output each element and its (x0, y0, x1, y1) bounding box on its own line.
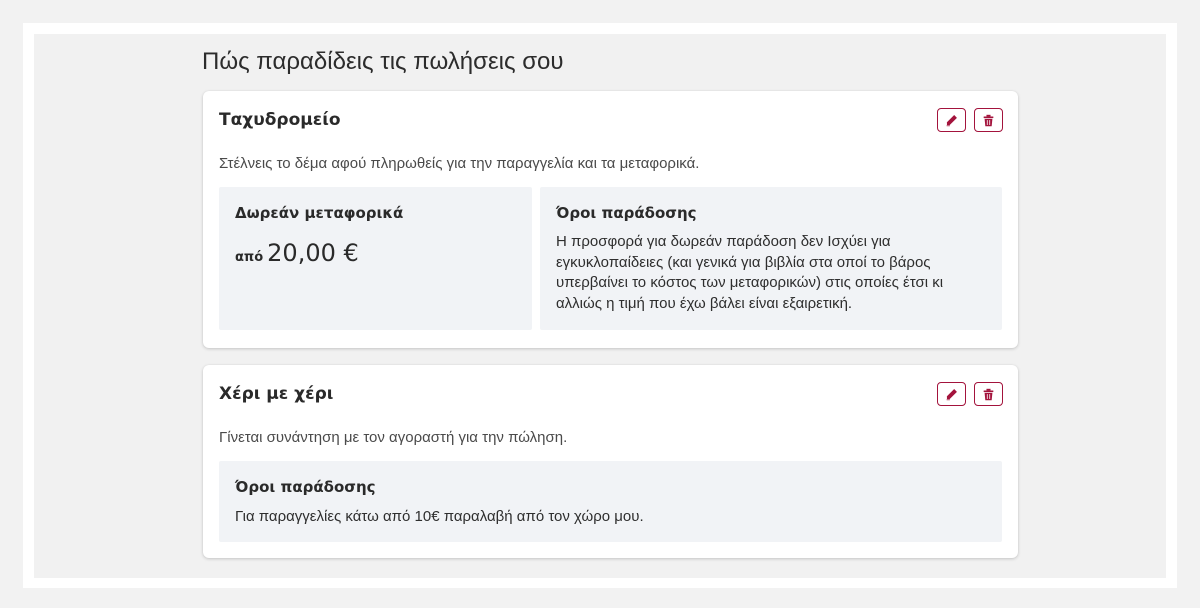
delivery-method-card-in-person: Χέρι με χέρι Γίνεται συνάντηση με τον αγ… (203, 365, 1018, 558)
delete-button[interactable] (974, 108, 1003, 132)
pencil-icon (946, 114, 957, 126)
price-value: 20,00 € (267, 239, 359, 267)
section-title: Πώς παραδίδεις τις πωλήσεις σου (202, 48, 564, 75)
delivery-terms-panel: Όροι παράδοσης Για παραγγελίες κάτω από … (219, 461, 1002, 542)
edit-button[interactable] (937, 108, 966, 132)
delivery-method-card-post: Ταχυδρομείο Στέλνεις το δέμα αφού πληρωθ… (203, 91, 1018, 348)
card-title: Χέρι με χέρι (219, 384, 334, 404)
card-description: Γίνεται συνάντηση με τον αγοραστή για τη… (219, 429, 568, 446)
trash-icon (983, 388, 994, 400)
pencil-icon (946, 388, 957, 400)
delivery-terms-heading: Όροι παράδοσης (235, 478, 376, 496)
card-title: Ταχυδρομείο (219, 110, 341, 130)
free-shipping-panel: Δωρεάν μεταφορικά από 20,00 € (219, 187, 532, 330)
card-actions (937, 108, 1003, 132)
edit-button[interactable] (937, 382, 966, 406)
free-shipping-heading: Δωρεάν μεταφορικά (235, 204, 404, 222)
trash-icon (983, 114, 994, 126)
card-actions (937, 382, 1003, 406)
delivery-terms-text: Για παραγγελίες κάτω από 10€ παραλαβή απ… (235, 508, 644, 525)
delivery-terms-panel: Όροι παράδοσης Η προσφορά για δωρεάν παρ… (540, 187, 1002, 330)
card-description: Στέλνεις το δέμα αφού πληρωθείς για την … (219, 155, 700, 172)
price-prefix: από (235, 250, 264, 265)
delete-button[interactable] (974, 382, 1003, 406)
delivery-terms-text: Η προσφορά για δωρεάν παράδοση δεν Ισχύε… (556, 233, 944, 312)
delivery-terms-heading: Όροι παράδοσης (556, 204, 697, 222)
free-shipping-threshold: από 20,00 € (235, 239, 359, 267)
